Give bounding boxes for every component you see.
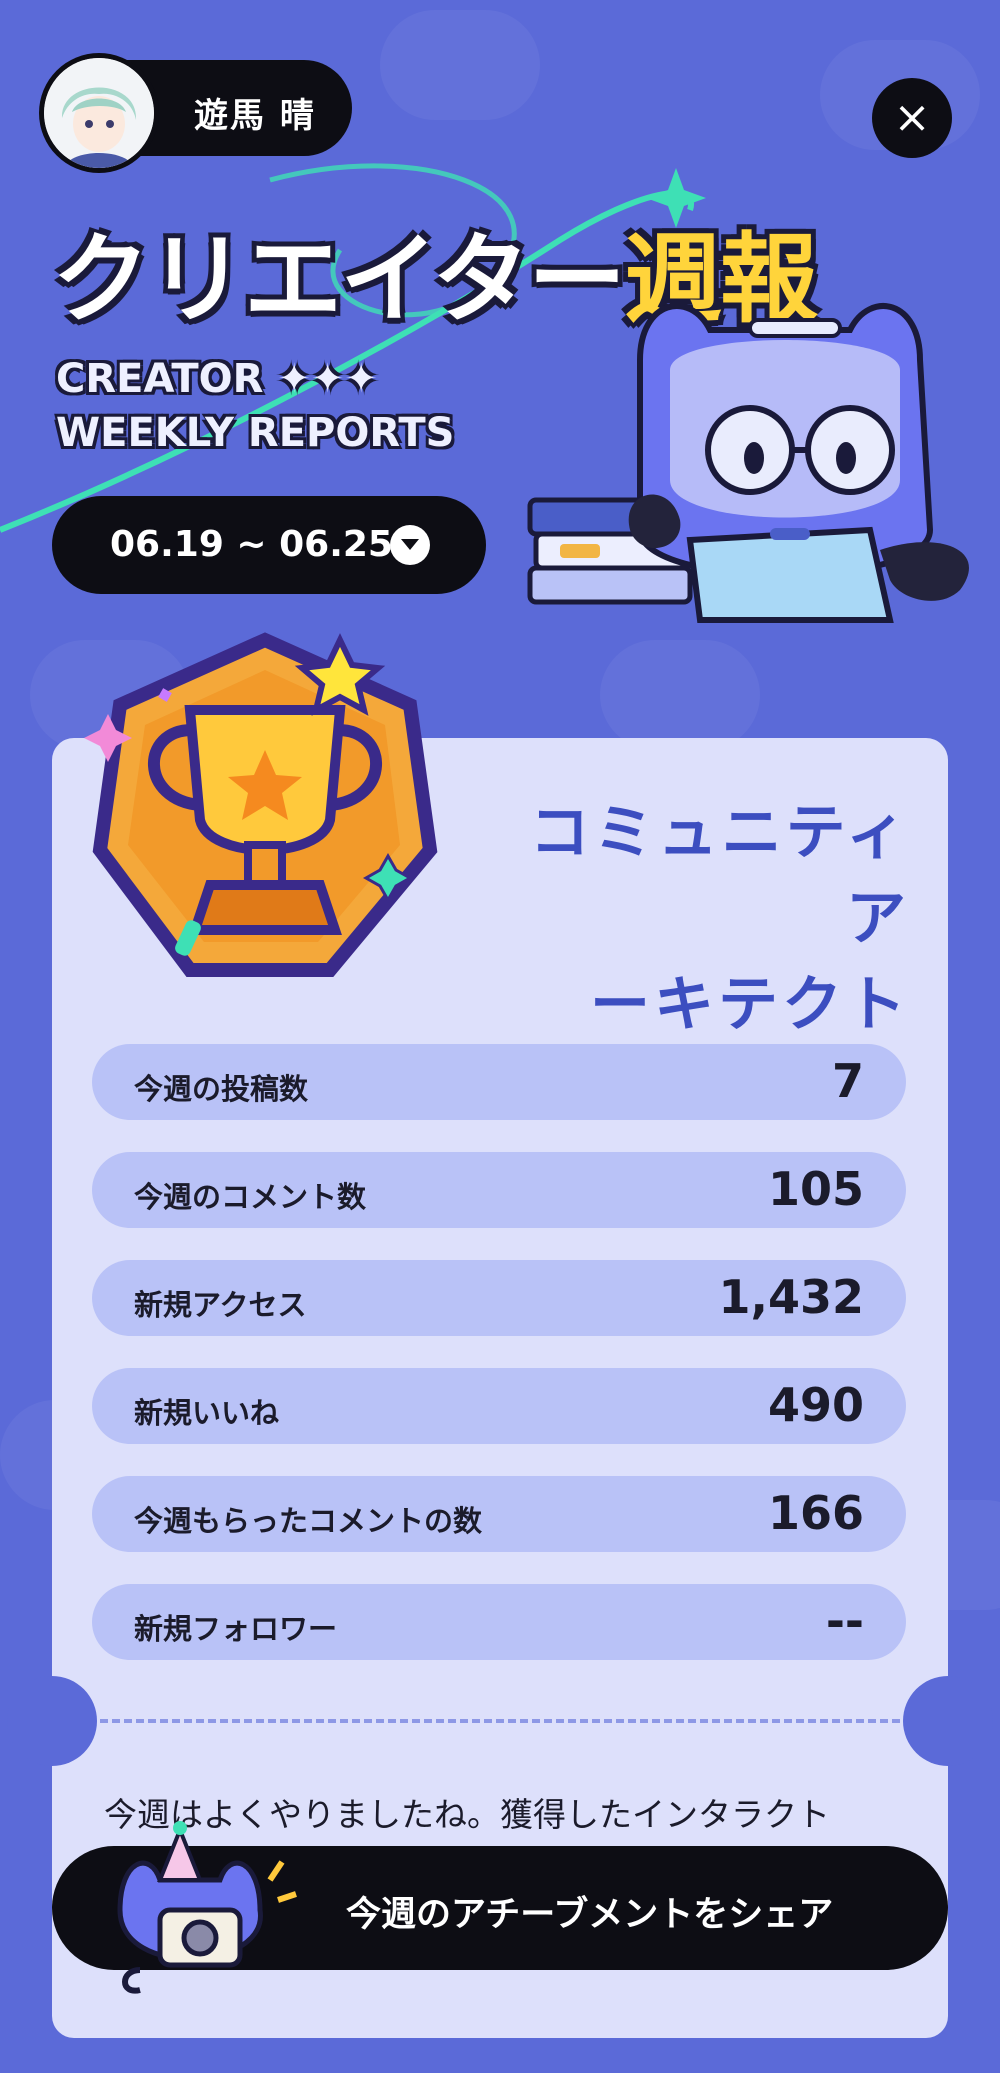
stat-value: -- [825, 1594, 864, 1648]
achievement-line-1: コミュニティア [529, 798, 910, 954]
username: 遊馬 晴 [194, 96, 316, 136]
card-notch-left [7, 1676, 97, 1766]
stat-label: 新規アクセス [134, 1288, 307, 1322]
stat-row: 新規アクセス 1,432 [92, 1260, 906, 1336]
date-range-selector[interactable]: 06.19 ~ 06.25 [52, 496, 486, 594]
divider [100, 1719, 900, 1723]
stat-label: 新規いいね [134, 1396, 280, 1430]
stat-row: 新規いいね 490 [92, 1368, 906, 1444]
stat-label: 新規フォロワー [134, 1612, 338, 1646]
close-button[interactable]: × [872, 78, 952, 158]
mascot-camera-icon [117, 1821, 297, 1994]
stat-row: 今週もらったコメントの数 166 [92, 1476, 906, 1552]
trophy-icon [84, 632, 438, 977]
achievement-line-2: ーキテクト [590, 970, 910, 1040]
stat-value: 166 [767, 1486, 864, 1540]
achievement-title: コミュニティア ーキテクト [470, 790, 910, 1048]
stat-value: 7 [831, 1054, 864, 1108]
stat-value: 105 [767, 1162, 864, 1216]
stat-label: 今週の投稿数 [134, 1072, 309, 1106]
stat-value: 1,432 [718, 1270, 864, 1324]
page-subtitle: CREATOR ✦✦✦ WEEKLY REPORTS [56, 352, 454, 460]
stat-label: 今週もらったコメントの数 [134, 1504, 483, 1538]
avatar-image [44, 58, 154, 168]
share-button-label: 今週のアチーブメントをシェア [346, 1895, 834, 1935]
stat-row: 今週の投稿数 7 [92, 1044, 906, 1120]
mascot-illustration [527, 303, 969, 623]
card-notch-right [903, 1676, 993, 1766]
avatar[interactable] [44, 58, 154, 168]
stat-value: 490 [767, 1378, 864, 1432]
close-icon: × [893, 92, 931, 143]
stat-row: 新規フォロワー -- [92, 1584, 906, 1660]
subtitle-line-2: WEEKLY REPORTS [56, 410, 455, 456]
stat-row: 今週のコメント数 105 [92, 1152, 906, 1228]
chevron-down-icon [390, 525, 430, 565]
date-range-text: 06.19 ~ 06.25 [110, 524, 393, 565]
stat-label: 今週のコメント数 [134, 1180, 367, 1214]
subtitle-line-1: CREATOR ✦✦✦ [56, 356, 378, 402]
